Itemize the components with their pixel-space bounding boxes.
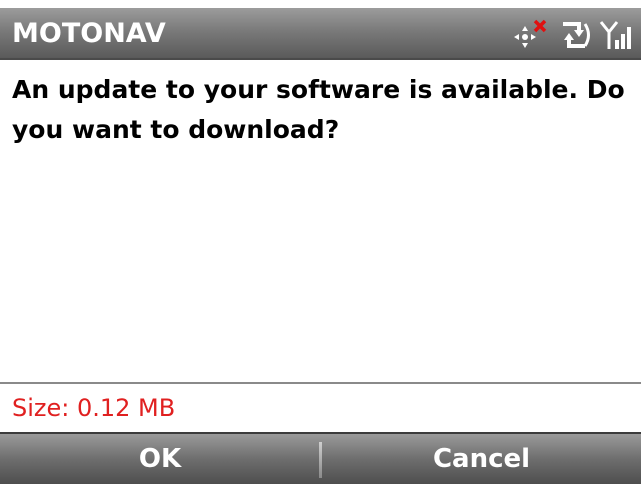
signal-strength-icon — [599, 18, 633, 52]
app-title: MOTONAV — [12, 18, 166, 49]
status-icons — [513, 18, 633, 52]
download-size-label: Size: 0.12 MB — [12, 394, 176, 422]
ok-softkey-button[interactable]: OK — [0, 434, 320, 484]
update-message: An update to your software is available.… — [12, 75, 625, 144]
sync-connection-icon — [555, 18, 593, 52]
title-bar: MOTONAV — [0, 8, 641, 60]
top-strip — [0, 0, 641, 8]
cancel-softkey-button[interactable]: Cancel — [322, 434, 641, 484]
divider — [0, 382, 641, 384]
gps-no-signal-icon — [513, 18, 549, 52]
softkey-bar: OK Cancel — [0, 432, 641, 484]
